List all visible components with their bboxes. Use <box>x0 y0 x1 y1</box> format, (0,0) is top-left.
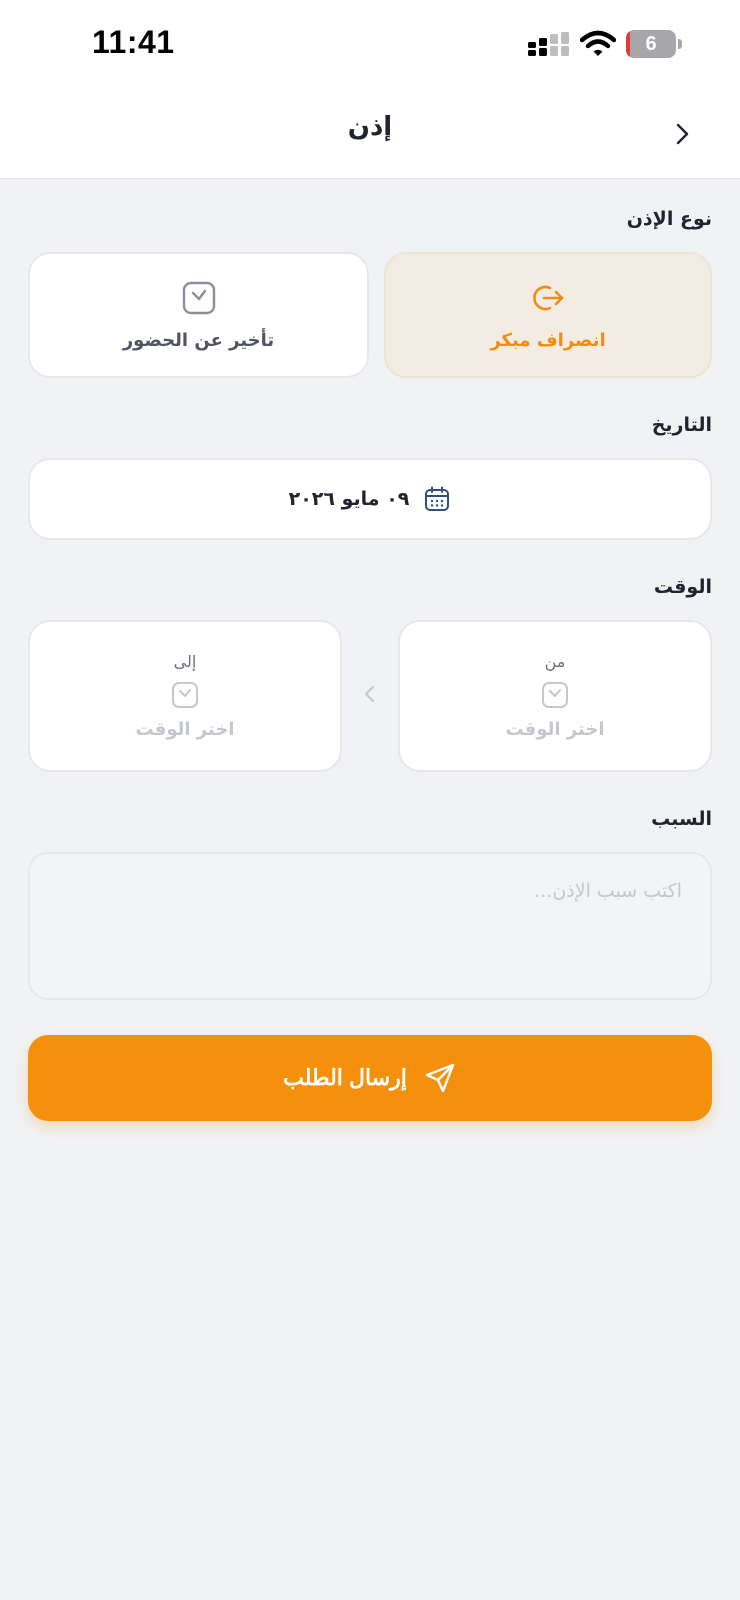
calendar-icon <box>425 486 450 511</box>
battery-level: 6 <box>645 33 657 55</box>
battery-icon: 6 <box>626 30 682 58</box>
logout-icon <box>533 285 564 310</box>
option-late-arrival-label: تأخير عن الحضور <box>122 329 275 351</box>
time-from-picker[interactable]: من اختر الوقت <box>398 620 712 772</box>
time-label: الوقت <box>653 576 712 598</box>
wifi-icon <box>580 30 616 56</box>
submit-label: إرسال الطلب <box>283 1065 407 1090</box>
status-icons: 6 <box>528 28 684 60</box>
send-icon <box>425 1063 455 1093</box>
chevron-left-icon <box>365 686 374 702</box>
clock-icon <box>172 682 198 708</box>
submit-button[interactable]: إرسال الطلب <box>28 1035 712 1121</box>
date-label: التاريخ <box>651 414 712 436</box>
reason-field <box>28 852 712 1000</box>
date-value: ٠٩ مايو ٢٠٢٦ <box>288 488 410 510</box>
page-title: إذن <box>347 112 393 142</box>
date-picker[interactable]: ٠٩ مايو ٢٠٢٦ <box>28 458 712 540</box>
status-bar: 11:41 6 <box>0 0 740 88</box>
status-time: 11:41 <box>92 24 175 60</box>
signal-icon <box>528 32 569 56</box>
reason-label: السبب <box>651 808 712 830</box>
time-to-picker[interactable]: إلى اختر الوقت <box>28 620 342 772</box>
time-to-placeholder: اختر الوقت <box>135 719 235 740</box>
nav-bar: إذن <box>0 88 740 179</box>
clock-icon <box>542 682 568 708</box>
back-button[interactable] <box>662 114 702 154</box>
time-from-placeholder: اختر الوقت <box>505 719 605 740</box>
time-to-caption: إلى <box>173 652 197 671</box>
option-early-leave[interactable]: انصراف مبكر <box>384 252 712 378</box>
time-from-caption: من <box>544 652 566 671</box>
permission-type-label: نوع الإذن <box>626 208 712 230</box>
chevron-right-icon <box>676 123 689 145</box>
reason-input[interactable] <box>58 880 682 972</box>
option-early-leave-label: انصراف مبكر <box>490 329 606 351</box>
option-late-arrival[interactable]: تأخير عن الحضور <box>28 252 369 378</box>
clock-icon <box>182 281 215 314</box>
